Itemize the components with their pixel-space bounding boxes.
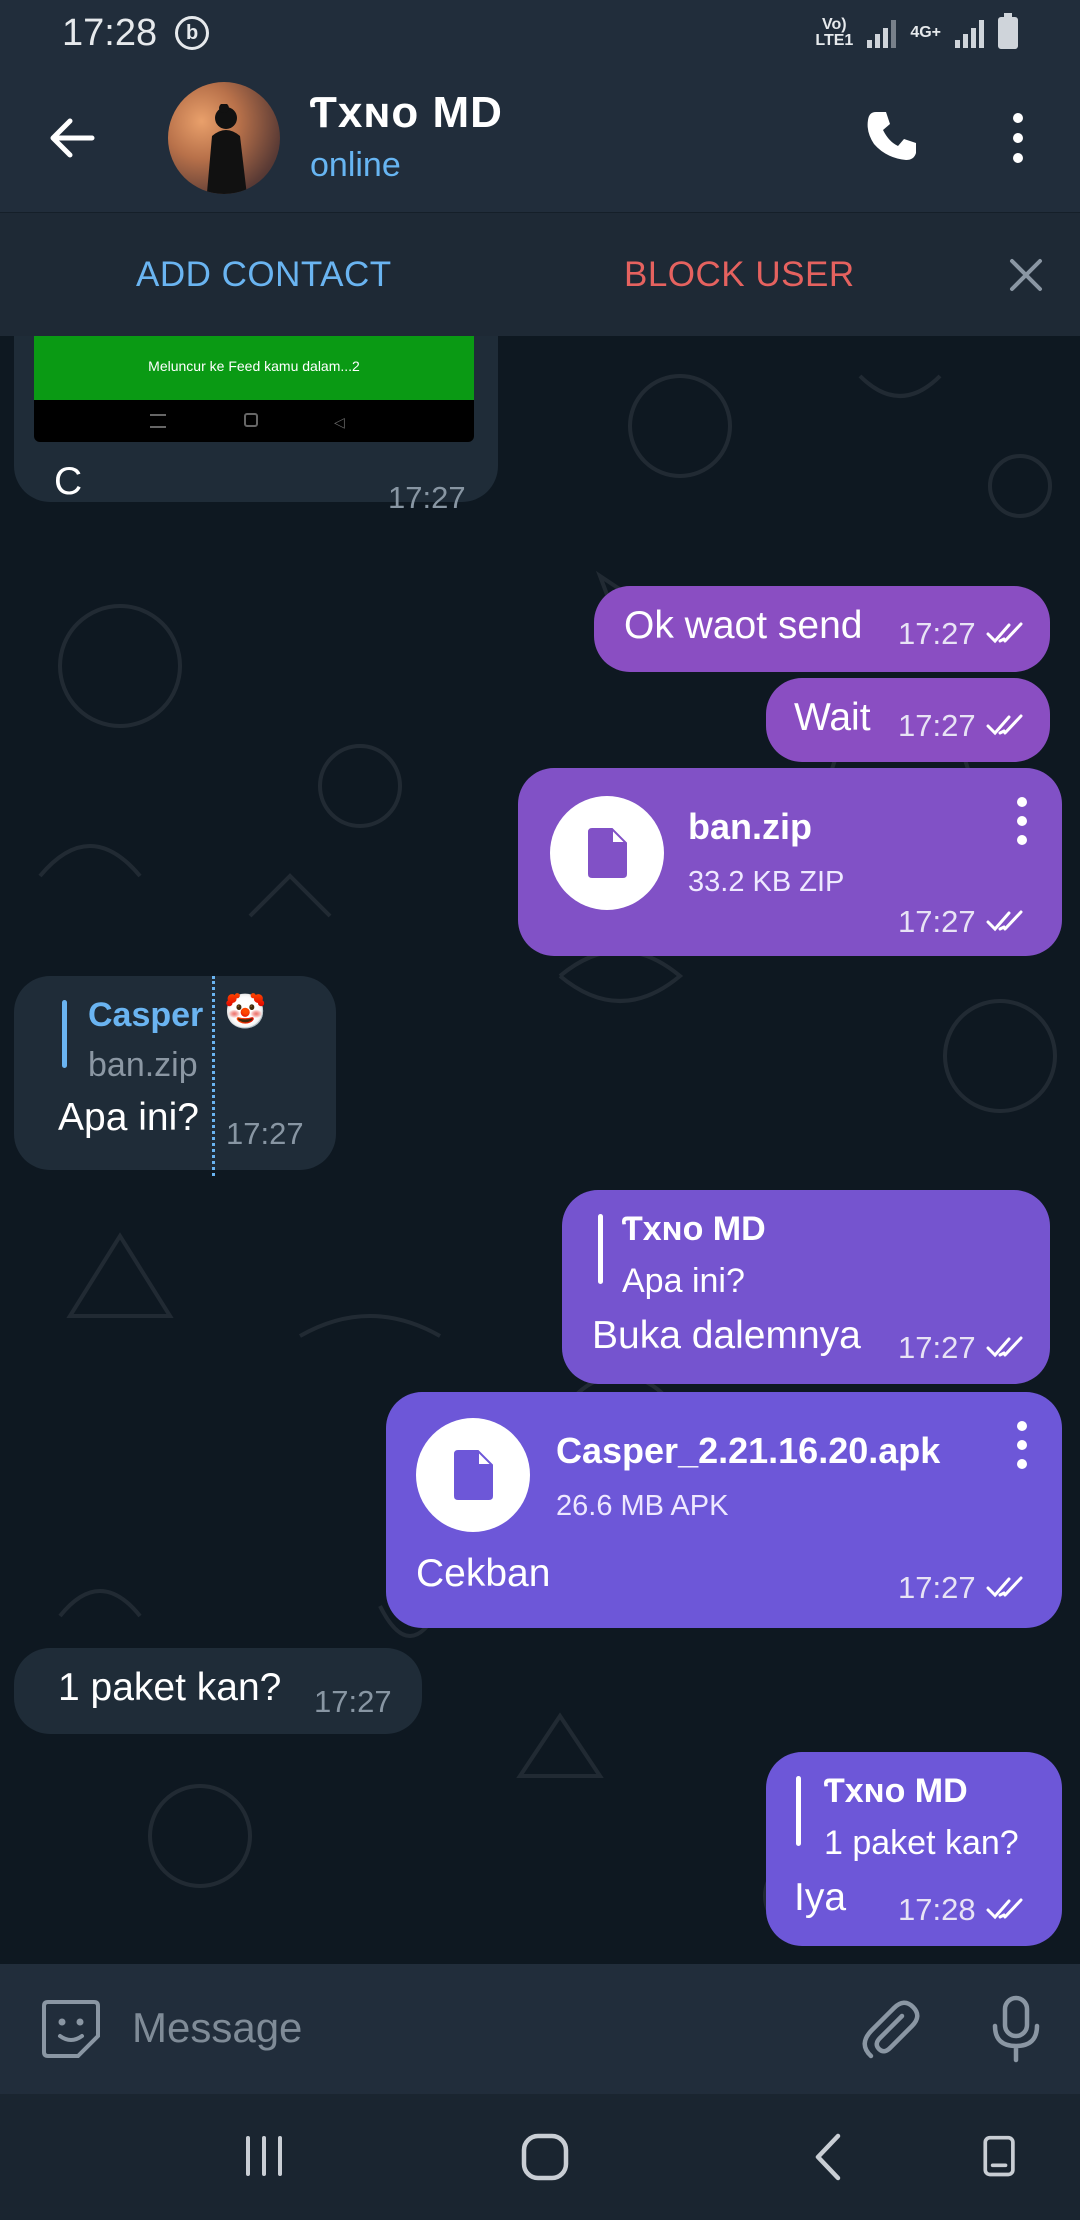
- file-name: Casper_2.21.16.20.apk: [556, 1430, 941, 1471]
- reply-author: Casper: [88, 996, 204, 1034]
- message-time: 17:27: [898, 1330, 976, 1365]
- message-input[interactable]: Message: [132, 2004, 302, 2052]
- chat-header: Ƭxɴᴏ MD online: [0, 66, 1080, 212]
- message-text: Wait: [794, 696, 871, 739]
- network-label-right: 4G+: [910, 24, 941, 41]
- read-checkmarks-icon: [986, 1898, 1023, 1920]
- file-icon: [454, 1450, 493, 1500]
- sticker-emoji-icon[interactable]: [40, 1998, 102, 2060]
- reply-author: Ƭxɴᴏ MD: [824, 1772, 968, 1810]
- message-text: Buka dalemnya: [592, 1314, 861, 1357]
- more-vertical-icon[interactable]: [1016, 796, 1028, 846]
- preview-recents-icon: [150, 414, 166, 428]
- notification-b-icon: b: [175, 16, 210, 50]
- message-time: 17:27: [898, 708, 976, 743]
- message-caption: C: [54, 460, 83, 503]
- message-list[interactable]: Meluncur ke Feed kamu dalam...2 ◁ C 17:2…: [0, 336, 1080, 1964]
- status-time: 17:28: [62, 11, 158, 54]
- message-time: 17:27: [898, 1570, 976, 1605]
- file-size: 33.2 KB ZIP: [688, 866, 845, 898]
- message-outgoing-file[interactable]: Casper_2.21.16.20.apk 26.6 MB APK Cekban…: [386, 1392, 1062, 1628]
- message-outgoing-file[interactable]: ban.zip 33.2 KB ZIP 17:27: [518, 768, 1062, 956]
- message-text: Iya: [794, 1876, 847, 1919]
- system-nav-bar: [0, 2094, 1080, 2220]
- screen-switch-icon[interactable]: [980, 2134, 1020, 2180]
- file-download-button[interactable]: [550, 796, 664, 910]
- preview-banner-text: Meluncur ke Feed kamu dalam...2: [148, 358, 360, 374]
- phone-icon[interactable]: [862, 106, 922, 166]
- back-arrow-icon[interactable]: [46, 112, 98, 164]
- message-text: Apa ini?: [58, 1096, 199, 1139]
- network-label-left: Vo) LTE1: [815, 16, 854, 49]
- message-caption: Cekban: [416, 1552, 551, 1595]
- contact-status: online: [310, 146, 401, 184]
- contact-action-bar: ADD CONTACT BLOCK USER: [0, 212, 1080, 336]
- reply-author: Ƭxɴᴏ MD: [622, 1210, 766, 1248]
- reply-snippet: Apa ini?: [622, 1262, 745, 1300]
- message-outgoing[interactable]: Ok waot send 17:27: [594, 586, 1050, 672]
- avatar[interactable]: [168, 82, 280, 194]
- read-checkmarks-icon: [986, 1576, 1023, 1598]
- reply-snippet: ban.zip: [88, 1046, 198, 1084]
- more-vertical-icon[interactable]: [1016, 1420, 1028, 1470]
- file-icon: [588, 828, 627, 878]
- close-icon[interactable]: [1008, 257, 1044, 293]
- message-outgoing-reply[interactable]: Ƭxɴᴏ MD 1 paket kan? Iya 17:28: [766, 1752, 1062, 1946]
- message-time: 17:27: [898, 616, 976, 651]
- file-download-button[interactable]: [416, 1418, 530, 1532]
- add-contact-button[interactable]: ADD CONTACT: [136, 255, 392, 295]
- message-text: Ok waot send: [624, 604, 863, 647]
- status-icons: Vo) LTE1 4G+: [815, 13, 1018, 49]
- status-bar: 17:28 b Vo) LTE1 4G+: [0, 0, 1080, 66]
- read-checkmarks-icon: [986, 910, 1023, 932]
- signal-icon-2: [955, 18, 984, 48]
- microphone-icon[interactable]: [990, 1994, 1042, 2064]
- file-size: 26.6 MB APK: [556, 1490, 729, 1522]
- message-input-bar: Message: [0, 1964, 1080, 2094]
- silhouette-image: [206, 104, 247, 194]
- reply-quote-bar: [598, 1214, 603, 1284]
- preview-green-banner: Meluncur ke Feed kamu dalam...2: [34, 336, 474, 400]
- preview-home-icon: [244, 413, 258, 427]
- read-checkmarks-icon: [986, 1336, 1023, 1358]
- message-incoming-reply[interactable]: Casper 🤡 ban.zip Apa ini? 17:27: [14, 976, 336, 1176]
- battery-icon: [998, 13, 1018, 49]
- back-icon[interactable]: [808, 2132, 848, 2182]
- home-icon[interactable]: [520, 2132, 570, 2182]
- more-vertical-icon[interactable]: [1000, 110, 1036, 166]
- message-time: 17:28: [898, 1892, 976, 1927]
- reply-snippet: 1 paket kan?: [824, 1824, 1019, 1862]
- reply-quote-bar: [62, 1000, 67, 1068]
- message-incoming-image[interactable]: Meluncur ke Feed kamu dalam...2 ◁ C 17:2…: [14, 336, 498, 515]
- file-name: ban.zip: [688, 806, 812, 847]
- message-time: 17:27: [226, 1116, 304, 1151]
- reply-quote-bar: [796, 1776, 801, 1846]
- signal-icon: [867, 18, 897, 48]
- read-checkmarks-icon: [986, 622, 1023, 644]
- preview-back-icon: ◁: [334, 414, 345, 430]
- message-outgoing[interactable]: Wait 17:27: [766, 678, 1050, 762]
- message-time: 17:27: [314, 1684, 392, 1719]
- image-preview[interactable]: Meluncur ke Feed kamu dalam...2 ◁: [34, 336, 474, 442]
- read-checkmarks-icon: [986, 714, 1023, 736]
- message-time: 17:27: [388, 480, 466, 515]
- message-incoming[interactable]: 1 paket kan? 17:27: [14, 1648, 422, 1734]
- clown-emoji-icon: 🤡: [224, 993, 267, 1031]
- contact-name: Ƭxɴᴏ MD: [310, 88, 503, 137]
- chat-title-block[interactable]: Ƭxɴᴏ MD online: [310, 88, 503, 185]
- block-user-button[interactable]: BLOCK USER: [624, 255, 855, 295]
- message-outgoing-reply[interactable]: Ƭxɴᴏ MD Apa ini? Buka dalemnya 17:27: [562, 1190, 1050, 1384]
- paperclip-icon[interactable]: [858, 1996, 922, 2060]
- recent-apps-icon[interactable]: [242, 2134, 286, 2178]
- message-text: 1 paket kan?: [58, 1666, 282, 1709]
- message-time: 17:27: [898, 904, 976, 939]
